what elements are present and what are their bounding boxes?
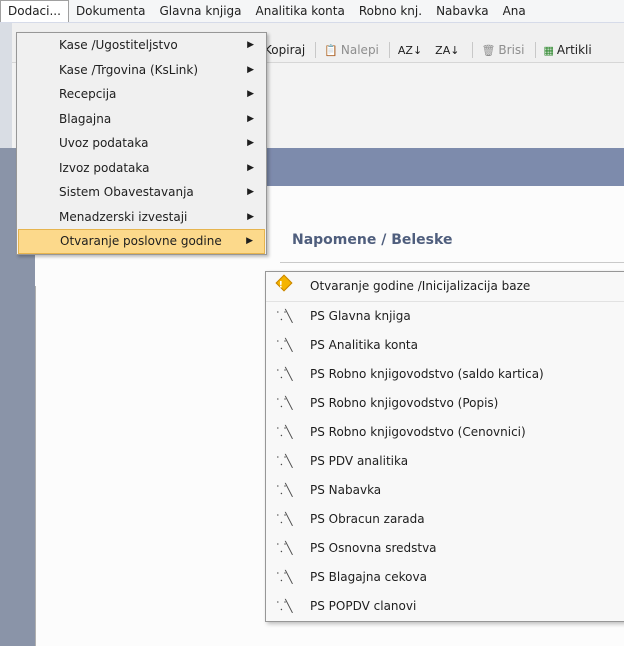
- sort-desc-button[interactable]: ZA↓: [435, 44, 462, 57]
- menu-item-label: Sistem Obavestavanja: [59, 185, 194, 199]
- menu-robno-knj[interactable]: Robno knj.: [352, 0, 429, 22]
- sort-desc-icon: ZA↓: [435, 43, 460, 57]
- submenu-item-otvaranje-godine[interactable]: Otvaranje godine /Inicijalizacija baze: [266, 272, 624, 302]
- submenu-item-ps-glavna-knjiga[interactable]: ⸪╲ PS Glavna knjiga: [266, 302, 624, 331]
- menu-item-kase-ugostiteljstvo[interactable]: Kase /Ugostiteljstvo ▶: [17, 33, 266, 58]
- ps-tool-icon: ⸪╲: [276, 570, 292, 584]
- submenu-item-ps-blagajna-cekova[interactable]: ⸪╲ PS Blagajna cekova: [266, 563, 624, 592]
- submenu-item-ps-nabavka[interactable]: ⸪╲ PS Nabavka: [266, 476, 624, 505]
- ps-tool-icon: ⸪╲: [276, 483, 292, 497]
- submenu-item-ps-robno-cenovnici[interactable]: ⸪╲ PS Robno knjigovodstvo (Cenovnici): [266, 418, 624, 447]
- delete-button[interactable]: 🗑 Brisi: [481, 43, 524, 57]
- submenu-arrow-icon: ▶: [247, 187, 254, 197]
- menu-item-menadzerski-izvestaji[interactable]: Menadzerski izvestaji ▶: [17, 205, 266, 230]
- submenu-item-label: PS PDV analitika: [310, 454, 409, 468]
- notes-divider: [280, 262, 624, 263]
- toolbar-separator: [534, 42, 536, 58]
- ps-tool-icon: ⸪╲: [276, 367, 292, 381]
- paste-label: Nalepi: [340, 43, 379, 57]
- ps-tool-icon: ⸪╲: [276, 512, 292, 526]
- toolbar-separator: [315, 42, 317, 58]
- menu-item-label: Menadzerski izvestaji: [59, 209, 188, 224]
- ps-tool-icon: ⸪╲: [276, 599, 292, 613]
- menu-item-otvaranje-poslovne-godine[interactable]: Otvaranje poslovne godine ▶: [18, 229, 265, 254]
- paste-icon: 📋: [324, 43, 338, 57]
- menu-item-label: Izvoz podataka: [59, 160, 150, 175]
- submenu-item-label: PS Robno knjigovodstvo (Cenovnici): [310, 425, 526, 439]
- notes-title: Napomene / Beleske: [292, 232, 453, 248]
- sort-asc-button[interactable]: AZ↓: [398, 44, 425, 57]
- submenu-item-label: PS Osnovna sredstva: [310, 541, 437, 555]
- submenu-item-label: PS Nabavka: [310, 483, 382, 497]
- menu-dodaci[interactable]: Dodaci...: [0, 0, 69, 22]
- copy-label: Kopiraj: [264, 43, 306, 57]
- menu-item-label: Kase /Trgovina (KsLink): [59, 62, 199, 77]
- ps-tool-icon: ⸪╲: [276, 309, 292, 323]
- submenu-item-label: PS Robno knjigovodstvo (saldo kartica): [310, 367, 544, 381]
- submenu-arrow-icon: ▶: [247, 40, 254, 50]
- dodaci-dropdown: Kase /Ugostiteljstvo ▶ Kase /Trgovina (Ks…: [16, 32, 267, 255]
- sort-asc-icon: AZ↓: [397, 43, 423, 57]
- submenu-item-ps-robno-saldo[interactable]: ⸪╲ PS Robno knjigovodstvo (saldo kartica): [266, 360, 624, 389]
- ps-tool-icon: ⸪╲: [276, 425, 292, 439]
- menu-item-recepcija[interactable]: Recepcija ▶: [17, 82, 266, 107]
- submenu-item-label: PS POPDV clanovi: [310, 599, 417, 613]
- toolbar-separator: [388, 42, 390, 58]
- articles-label: Artikli: [556, 43, 592, 57]
- menu-ana[interactable]: Ana: [496, 0, 533, 22]
- paste-button[interactable]: 📋 Nalepi: [324, 43, 379, 57]
- menu-item-kase-trgovina[interactable]: Kase /Trgovina (KsLink) ▶: [17, 58, 266, 83]
- ps-tool-icon: ⸪╲: [276, 541, 292, 555]
- warning-diamond-icon: [274, 272, 294, 301]
- toolbar-separator: [472, 42, 474, 58]
- menubar: Dodaci... Dokumenta Glavna knjiga Analit…: [0, 0, 624, 23]
- toolbar: Kopiraj 📋 Nalepi AZ↓ ZA↓ 🗑 Brisi ▦ Artik…: [264, 39, 602, 61]
- ps-tool-icon: ⸪╲: [276, 454, 292, 468]
- ps-tool-icon: ⸪╲: [276, 396, 292, 410]
- submenu-arrow-icon: ▶: [247, 113, 254, 124]
- submenu-arrow-icon: ▶: [247, 211, 254, 222]
- menu-dokumenta[interactable]: Dokumenta: [69, 0, 153, 22]
- submenu-arrow-icon: ▶: [247, 162, 254, 173]
- submenu-item-ps-robno-popis[interactable]: ⸪╲ PS Robno knjigovodstvo (Popis): [266, 389, 624, 418]
- menu-glavna-knjiga[interactable]: Glavna knjiga: [152, 0, 248, 22]
- submenu-item-ps-analitika-konta[interactable]: ⸪╲ PS Analitika konta: [266, 331, 624, 360]
- submenu-arrow-icon: ▶: [246, 236, 253, 246]
- submenu-item-label: PS Glavna knjiga: [310, 309, 411, 323]
- delete-label: Brisi: [498, 43, 525, 57]
- menu-item-sistem-obavestavanja[interactable]: Sistem Obavestavanja ▶: [17, 180, 266, 205]
- menu-item-label: Uvoz podataka: [59, 136, 149, 150]
- menu-item-izvoz-podataka[interactable]: Izvoz podataka ▶: [17, 156, 266, 181]
- articles-icon: ▦: [543, 43, 554, 57]
- ps-tool-icon: ⸪╲: [276, 338, 292, 352]
- menu-item-label: Otvaranje poslovne godine: [60, 234, 222, 248]
- submenu-item-label: PS Analitika konta: [310, 338, 418, 352]
- menu-item-label: Kase /Ugostiteljstvo: [59, 38, 178, 52]
- copy-button[interactable]: Kopiraj: [264, 43, 305, 57]
- menu-item-label: Recepcija: [59, 87, 117, 101]
- submenu-arrow-icon: ▶: [247, 89, 254, 99]
- submenu-item-label: PS Robno knjigovodstvo (Popis): [310, 396, 499, 410]
- submenu-item-ps-popdv-clanovi[interactable]: ⸪╲ PS POPDV clanovi: [266, 592, 624, 621]
- divider: [35, 286, 36, 646]
- submenu-item-label: PS Obracun zarada: [310, 512, 425, 526]
- articles-button[interactable]: ▦ Artikli: [544, 43, 592, 57]
- menu-analitika-konta[interactable]: Analitika konta: [249, 0, 352, 22]
- menu-nabavka[interactable]: Nabavka: [429, 0, 496, 22]
- submenu-item-label: PS Blagajna cekova: [310, 570, 427, 584]
- submenu-item-label: Otvaranje godine /Inicijalizacija baze: [310, 279, 531, 293]
- otvaranje-godine-submenu: Otvaranje godine /Inicijalizacija baze ⸪…: [265, 271, 624, 622]
- submenu-item-ps-pdv-analitika[interactable]: ⸪╲ PS PDV analitika: [266, 447, 624, 476]
- submenu-arrow-icon: ▶: [247, 64, 254, 75]
- menu-item-uvoz-podataka[interactable]: Uvoz podataka ▶: [17, 131, 266, 156]
- submenu-item-ps-obracun-zarada[interactable]: ⸪╲ PS Obracun zarada: [266, 505, 624, 534]
- menu-item-blagajna[interactable]: Blagajna ▶: [17, 107, 266, 132]
- submenu-item-ps-osnovna-sredstva[interactable]: ⸪╲ PS Osnovna sredstva: [266, 534, 624, 563]
- submenu-arrow-icon: ▶: [247, 138, 254, 148]
- trash-icon: 🗑: [481, 43, 496, 57]
- menu-item-label: Blagajna: [59, 111, 112, 126]
